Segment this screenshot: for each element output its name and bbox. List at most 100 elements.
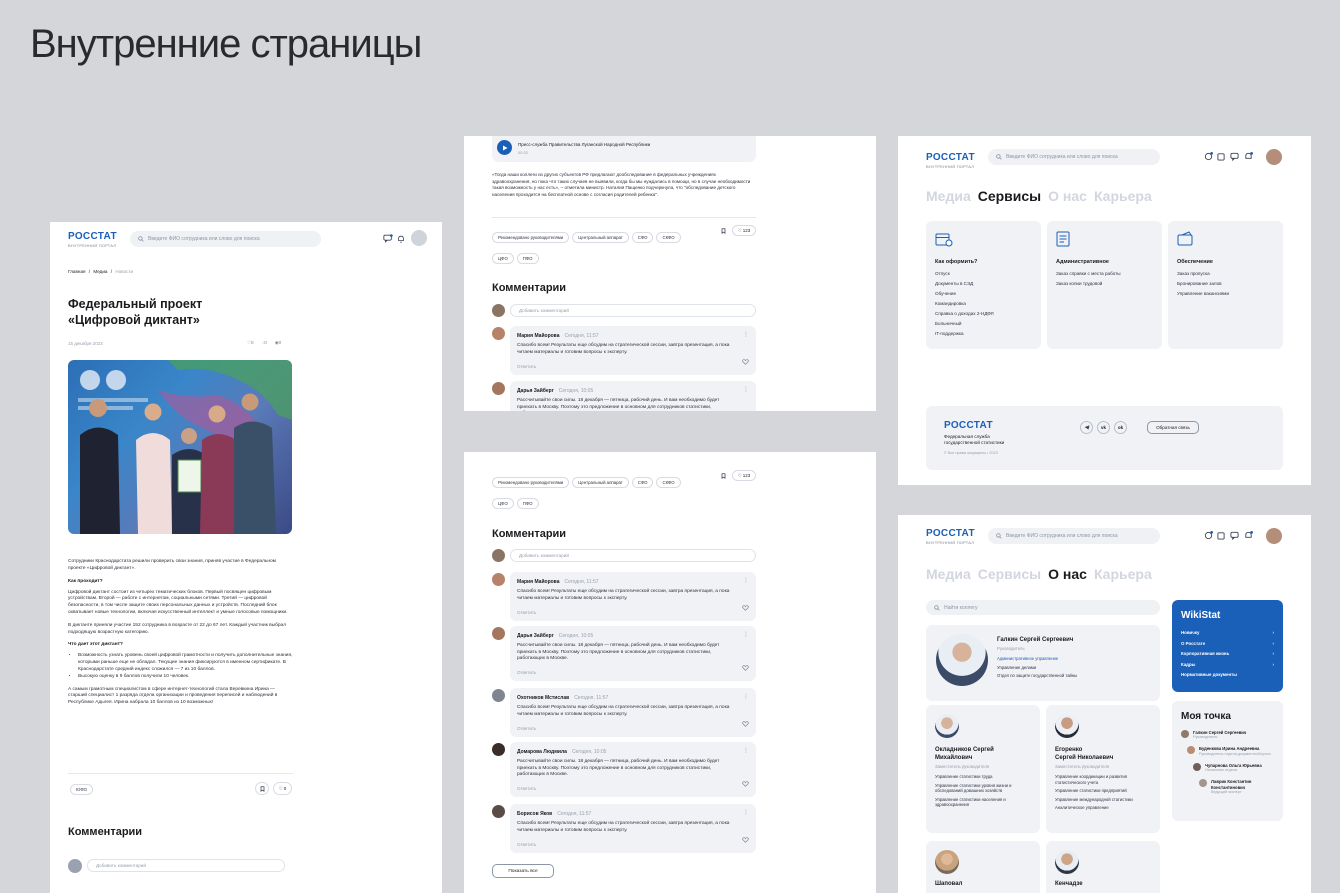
service-link[interactable]: IT-поддержка [935, 331, 1032, 336]
tag-item[interactable]: Рекомендовано руководителями [492, 477, 570, 488]
tag-item[interactable]: ЦФО [492, 253, 514, 264]
nav-services[interactable]: Сервисы [978, 188, 1041, 204]
calendar-icon[interactable] [1217, 531, 1225, 540]
department-link[interactable]: Управление координации и развития статис… [1055, 774, 1151, 785]
add-comment-input[interactable]: Добавить комментарий [87, 859, 285, 872]
search-input[interactable]: Введите ФИО сотрудника или слово для пои… [988, 149, 1160, 165]
heart-icon[interactable] [742, 658, 749, 676]
nav-services[interactable]: Сервисы [978, 566, 1041, 582]
wiki-link[interactable]: Кадры › [1181, 662, 1274, 667]
service-link[interactable]: Заказ копии трудовой [1056, 281, 1153, 286]
brand-logo[interactable]: РОССТАТ ВНУТРЕННИЙ ПОРТАЛ [926, 528, 975, 545]
nav-media[interactable]: Медиа [926, 188, 971, 204]
nav-career[interactable]: Карьера [1094, 188, 1152, 204]
breadcrumb-media[interactable]: Медиа [93, 269, 107, 274]
wiki-link[interactable]: Корпоративная жизнь › [1181, 651, 1274, 656]
footer-logo[interactable]: РОССТАТ [944, 420, 993, 431]
service-link[interactable]: Заказ пропуска [1177, 271, 1274, 276]
bell-icon[interactable] [1244, 152, 1253, 161]
colleague-search-input[interactable]: Найти коллегу [926, 600, 1160, 615]
tag-item[interactable]: Рекомендовано руководителями [492, 232, 570, 243]
phone-icon[interactable] [1204, 152, 1213, 161]
more-icon[interactable]: ⋮ [743, 577, 749, 584]
user-avatar[interactable] [1266, 149, 1282, 165]
department-link[interactable]: Управление международной статистики [1055, 797, 1151, 803]
tag-item[interactable]: Центральный аппарат [572, 232, 629, 243]
add-comment-input[interactable]: Добавить комментарий [510, 304, 756, 317]
service-link[interactable]: Обучение [935, 291, 1032, 296]
bookmark-button[interactable] [717, 225, 729, 236]
tag-item[interactable]: СКФО [656, 477, 681, 488]
head-name[interactable]: Галкин Сергей Сергеевич [997, 636, 1077, 644]
like-counter[interactable]: ♡0 [247, 340, 254, 346]
service-link[interactable]: Больничный [935, 321, 1032, 326]
more-icon[interactable]: ⋮ [743, 693, 749, 700]
tag-item[interactable]: СФО [631, 477, 654, 488]
more-icon[interactable]: ⋮ [743, 631, 749, 638]
org-person[interactable]: Лаврик Константин Константинович Ведущий … [1199, 779, 1274, 795]
tag-item[interactable]: ПФО [516, 498, 539, 509]
bell-icon[interactable] [397, 235, 405, 243]
service-link[interactable]: Бронирование залов [1177, 281, 1274, 286]
tag-item[interactable]: Центральный аппарат [572, 477, 629, 488]
service-link[interactable]: Заказ справки с места работы [1056, 271, 1153, 276]
org-person[interactable]: Буденкова Ирина Андреевна Руководитель от… [1187, 746, 1274, 756]
service-link[interactable]: Отпуск [935, 271, 1032, 276]
more-icon[interactable]: ⋮ [743, 747, 749, 754]
add-comment-input[interactable]: Добавить комментарий [510, 549, 756, 562]
nav-about[interactable]: О нас [1048, 566, 1087, 582]
more-icon[interactable]: ⋮ [743, 386, 749, 393]
brand-logo[interactable]: РОССТАТ ВНУТРЕННИЙ ПОРТАЛ [926, 152, 975, 169]
breadcrumb-home[interactable]: Главная [68, 269, 85, 274]
search-input[interactable]: Введите ФИО сотрудника или слово для пои… [130, 231, 321, 247]
deputy-name[interactable]: Окладников Сергей Михайлович [935, 746, 1031, 762]
tag-item[interactable]: ПФО [516, 253, 539, 264]
service-link[interactable]: Управление вакансиями [1177, 291, 1274, 296]
person-name[interactable]: Шаповал [935, 880, 1031, 888]
tag-item[interactable]: СФО [631, 232, 654, 243]
search-input[interactable]: Введите ФИО сотрудника или слово для пои… [988, 528, 1160, 544]
service-link[interactable]: Документы в СЭД [935, 281, 1032, 286]
tag-item[interactable]: ЦФО [492, 498, 514, 509]
department-link[interactable]: Административное управление [997, 656, 1077, 662]
reply-button[interactable]: Ответить [517, 670, 536, 675]
phone-icon[interactable] [1204, 531, 1213, 540]
tag-item[interactable]: СКФО [656, 232, 681, 243]
more-icon[interactable]: ⋮ [743, 331, 749, 338]
article-tag[interactable]: ЮФО [70, 784, 93, 795]
reply-button[interactable]: Ответить [517, 364, 536, 369]
heart-icon[interactable] [742, 598, 749, 616]
ok-icon[interactable]: ok [1114, 421, 1127, 434]
wiki-link[interactable]: Нормативные документы [1181, 672, 1274, 677]
vk-icon[interactable]: vk [1097, 421, 1110, 434]
reply-button[interactable]: Ответить [517, 786, 536, 791]
person-name[interactable]: Кенчадзе [1055, 880, 1151, 888]
like-button[interactable]: ♡ 0 [273, 782, 292, 795]
heart-icon[interactable] [742, 714, 749, 732]
department-link[interactable]: Аналитическое управление [1055, 805, 1151, 811]
bookmark-button[interactable] [717, 470, 729, 481]
calendar-icon[interactable] [1217, 152, 1225, 161]
chat-icon[interactable] [1230, 531, 1239, 540]
wiki-link[interactable]: О Росстате › [1181, 641, 1274, 646]
reply-button[interactable]: Ответить [517, 726, 536, 731]
nav-media[interactable]: Медиа [926, 566, 971, 582]
deputy-name[interactable]: Егоренко Сергей Николаевич [1055, 746, 1151, 762]
like-button[interactable]: ♡ 123 [732, 225, 756, 236]
department-link[interactable]: Управление делами [997, 665, 1077, 671]
audio-player[interactable]: Пресс-служба Правительства Луганской Нар… [492, 136, 756, 162]
feedback-button[interactable]: Обратная связь [1147, 421, 1199, 434]
play-icon[interactable] [497, 140, 512, 155]
more-icon[interactable]: ⋮ [743, 809, 749, 816]
wiki-link[interactable]: Новичку › [1181, 630, 1274, 635]
like-button[interactable]: ♡ 123 [732, 470, 756, 481]
reply-button[interactable]: Ответить [517, 842, 536, 847]
heart-icon[interactable] [742, 352, 749, 370]
department-link[interactable]: Управление статистики труда [935, 774, 1031, 780]
reply-button[interactable]: Ответить [517, 610, 536, 615]
chat-icon[interactable] [1230, 152, 1239, 161]
nav-about[interactable]: О нас [1048, 188, 1087, 204]
brand-logo[interactable]: РОССТАТ ВНУТРЕННИЙ ПОРТАЛ [68, 231, 117, 248]
user-avatar[interactable] [1266, 528, 1282, 544]
service-link[interactable]: Справка о доходах 2-НДФЛ [935, 311, 1032, 316]
